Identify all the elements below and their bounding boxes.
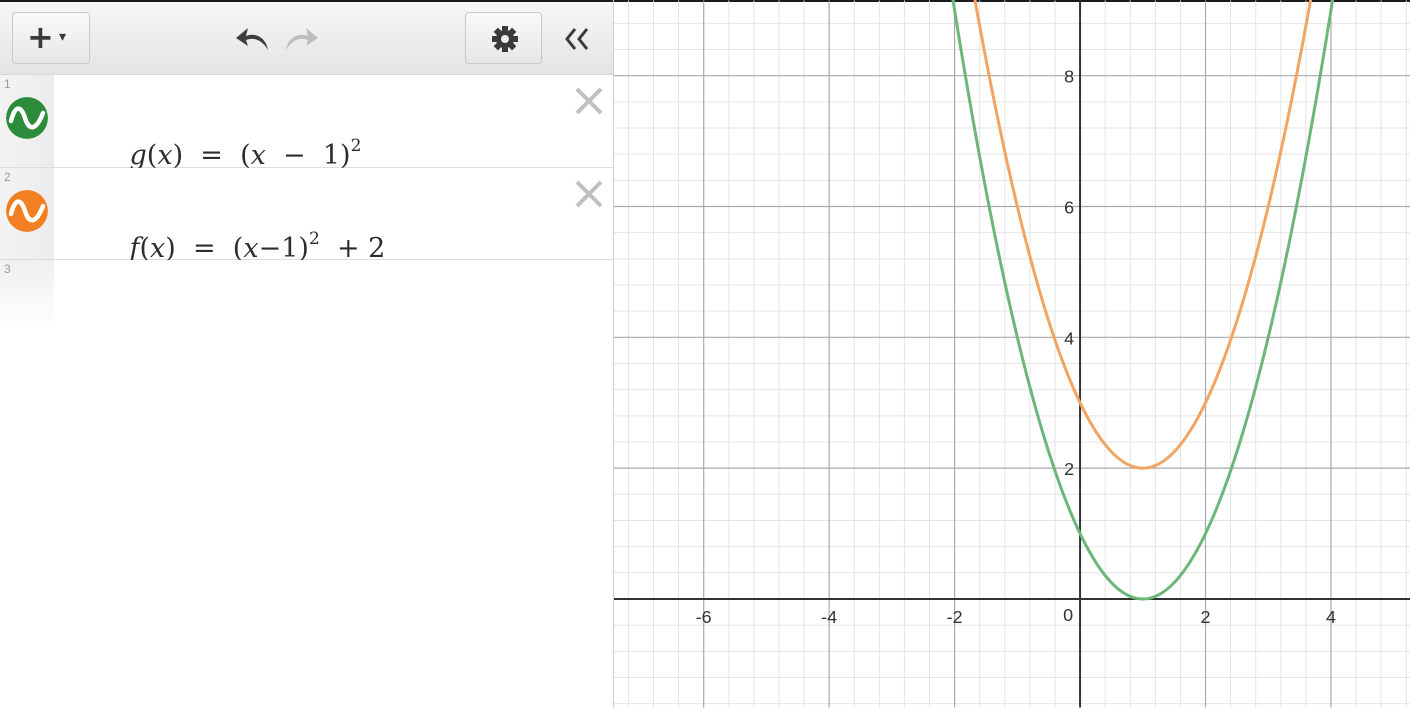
graph-canvas[interactable]: -6 -4 -2 2 4 0 8 6 4 2 bbox=[613, 0, 1410, 708]
axis-labels: -6 -4 -2 2 4 0 8 6 4 2 bbox=[696, 67, 1336, 627]
x-tick-label: -4 bbox=[821, 607, 837, 627]
expression-row-tab: 2 bbox=[0, 168, 54, 259]
close-icon bbox=[575, 180, 603, 208]
redo-arrow-icon bbox=[286, 28, 318, 50]
y-tick-label: 8 bbox=[1064, 67, 1074, 87]
undo-button[interactable] bbox=[234, 24, 274, 56]
wave-icon[interactable] bbox=[6, 97, 48, 139]
collapse-panel-button[interactable] bbox=[563, 26, 591, 52]
expression-row-tab: 3 bbox=[0, 260, 54, 330]
redo-button[interactable] bbox=[280, 24, 320, 56]
delete-expression-button[interactable] bbox=[573, 178, 605, 210]
double-chevron-left-icon bbox=[565, 28, 589, 50]
close-icon bbox=[575, 87, 603, 115]
y-tick-label: 6 bbox=[1064, 197, 1074, 217]
dropdown-caret-icon: ▾ bbox=[59, 29, 67, 45]
expression-row-2[interactable]: 2 f(x) = (x−1)2 + 2 bbox=[0, 168, 613, 264]
x-tick-label: -6 bbox=[696, 607, 712, 627]
curve-g bbox=[951, 0, 1335, 601]
undo-arrow-icon bbox=[236, 28, 268, 50]
expression-index: 1 bbox=[4, 77, 11, 91]
delete-expression-button[interactable] bbox=[573, 85, 605, 117]
expression-index: 3 bbox=[4, 262, 11, 276]
x-tick-label: 4 bbox=[1326, 607, 1336, 627]
x-tick-label: 2 bbox=[1201, 607, 1211, 627]
expression-panel: + ▾ 1 g(x) = (x − 1)2 2 f(x) = (x−1)2 + … bbox=[0, 2, 613, 708]
origin-label: 0 bbox=[1063, 605, 1073, 625]
expression-row-tab: 1 bbox=[0, 75, 54, 167]
expression-row-3[interactable]: 3 bbox=[0, 260, 613, 330]
expression-toolbar: + ▾ bbox=[0, 2, 613, 75]
expression-row-1[interactable]: 1 g(x) = (x − 1)2 bbox=[0, 75, 613, 171]
gear-icon bbox=[492, 26, 518, 52]
add-item-button[interactable]: + ▾ bbox=[12, 12, 90, 64]
expression-index: 2 bbox=[4, 170, 11, 184]
y-tick-label: 4 bbox=[1064, 328, 1074, 348]
x-tick-label: -2 bbox=[947, 607, 963, 627]
settings-button[interactable] bbox=[465, 12, 542, 64]
wave-icon[interactable] bbox=[6, 190, 48, 232]
y-tick-label: 2 bbox=[1064, 459, 1074, 479]
plus-with-dropdown-icon: + bbox=[27, 18, 54, 56]
curves bbox=[951, 0, 1335, 601]
